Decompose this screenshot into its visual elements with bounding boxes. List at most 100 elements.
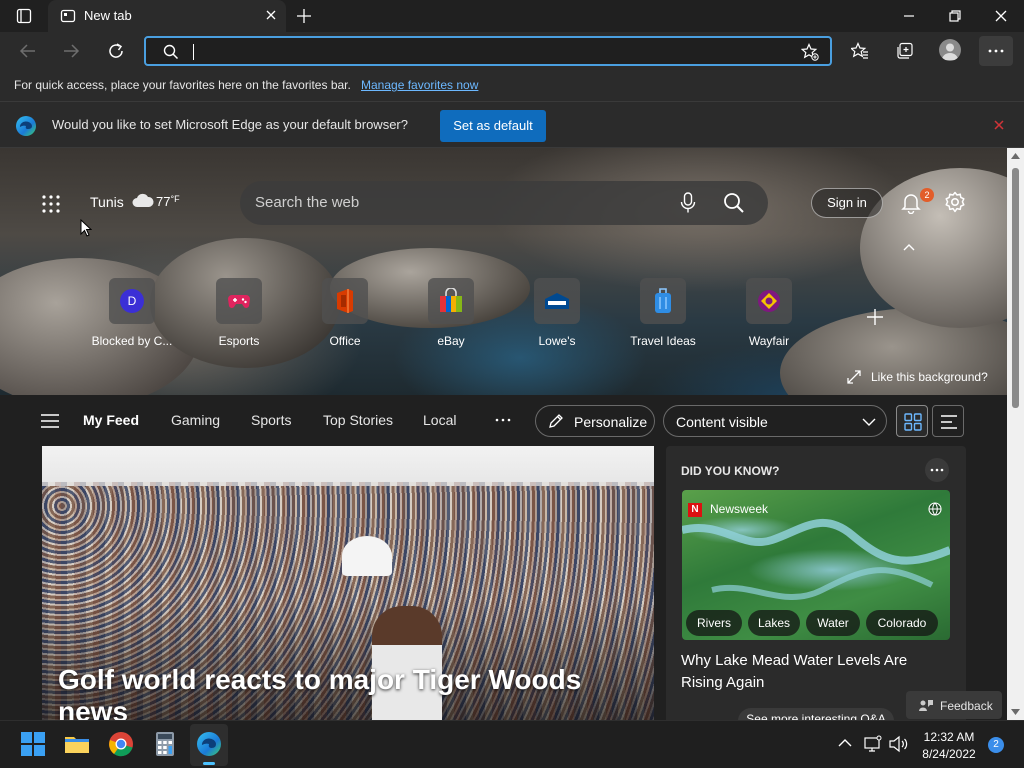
collapse-chevron-up-icon[interactable] bbox=[902, 242, 916, 252]
scrollbar-thumb[interactable] bbox=[1012, 168, 1019, 408]
minimize-icon[interactable] bbox=[902, 9, 916, 23]
toolbar bbox=[0, 32, 1024, 70]
card-heading: DID YOU KNOW? bbox=[681, 464, 780, 478]
default-browser-infobar: Would you like to set Microsoft Edge as … bbox=[0, 102, 1024, 148]
taskbar: 12:32 AM 8/24/2022 2 bbox=[0, 720, 1024, 768]
chrome-icon[interactable] bbox=[108, 731, 134, 757]
refresh-icon[interactable] bbox=[107, 42, 125, 60]
apps-launcher-icon[interactable] bbox=[41, 194, 61, 214]
quick-link-tile bbox=[640, 278, 686, 324]
settings-more-button[interactable] bbox=[979, 36, 1013, 66]
quick-link-tile bbox=[746, 278, 792, 324]
weather-temperature[interactable]: 77°F bbox=[156, 194, 180, 209]
card-more-button[interactable] bbox=[925, 458, 949, 482]
weather-city[interactable]: Tunis bbox=[90, 194, 124, 210]
collections-icon[interactable] bbox=[896, 42, 914, 60]
content-visibility-dropdown[interactable]: Content visible bbox=[663, 405, 887, 437]
file-explorer-icon[interactable] bbox=[64, 731, 90, 757]
profile-avatar[interactable] bbox=[939, 39, 961, 61]
add-favorite-star-icon[interactable] bbox=[801, 43, 819, 61]
content-visibility-value: Content visible bbox=[676, 414, 768, 430]
scroll-up-arrow-icon[interactable] bbox=[1011, 153, 1020, 159]
new-tab-page: Tunis 77°F Search the web Sign in 2 D Bl… bbox=[0, 148, 1007, 720]
topic-chip-colorado[interactable]: Colorado bbox=[866, 610, 938, 636]
forward-icon[interactable] bbox=[62, 43, 80, 59]
globe-icon[interactable] bbox=[928, 502, 942, 516]
close-infobar-icon[interactable] bbox=[993, 119, 1005, 131]
scroll-down-arrow-icon[interactable] bbox=[1011, 709, 1020, 715]
network-icon[interactable] bbox=[864, 735, 882, 753]
text-cursor bbox=[193, 44, 194, 60]
clock-time[interactable]: 12:32 AM bbox=[914, 730, 984, 744]
quick-link-label: Wayfair bbox=[748, 334, 790, 348]
set-as-default-button[interactable]: Set as default bbox=[440, 110, 546, 142]
mouse-pointer-icon bbox=[80, 219, 92, 237]
topic-chip-water[interactable]: Water bbox=[806, 610, 860, 636]
expand-background-icon[interactable] bbox=[847, 370, 861, 384]
notifications-badge: 2 bbox=[920, 188, 934, 202]
tab-new-tab[interactable]: New tab bbox=[48, 0, 286, 32]
restore-icon[interactable] bbox=[948, 9, 962, 23]
favorites-bar: For quick access, place your favorites h… bbox=[0, 70, 1024, 102]
side-card-headline[interactable]: Why Lake Mead Water Levels Are Rising Ag… bbox=[681, 650, 951, 694]
quick-link[interactable]: Travel Ideas bbox=[613, 278, 713, 348]
quick-link[interactable]: Wayfair bbox=[719, 278, 819, 348]
favorites-icon[interactable] bbox=[851, 42, 869, 60]
web-search-box[interactable]: Search the web bbox=[240, 181, 768, 225]
quick-link-tile bbox=[428, 278, 474, 324]
back-icon[interactable] bbox=[19, 43, 37, 59]
tab-sports[interactable]: Sports bbox=[251, 412, 291, 428]
river-image[interactable]: N Newsweek Rivers Lakes Water Colorado bbox=[682, 490, 950, 640]
manage-favorites-link[interactable]: Manage favorites now bbox=[361, 78, 478, 92]
like-background-link[interactable]: Like this background? bbox=[871, 370, 988, 384]
quick-link[interactable]: eBay bbox=[401, 278, 501, 348]
notifications-bell-icon[interactable] bbox=[901, 192, 921, 214]
topic-chip-lakes[interactable]: Lakes bbox=[748, 610, 800, 636]
quick-link[interactable]: Office bbox=[295, 278, 395, 348]
start-windows-icon[interactable] bbox=[20, 731, 46, 757]
quick-link-label: Blocked by C... bbox=[91, 334, 173, 348]
quick-link[interactable]: Esports bbox=[189, 278, 289, 348]
topic-chip-rivers[interactable]: Rivers bbox=[686, 610, 742, 636]
close-window-icon[interactable] bbox=[994, 9, 1008, 23]
wayfair-logo-icon bbox=[757, 289, 781, 313]
feedback-button[interactable]: Feedback bbox=[906, 691, 1002, 719]
ebay-bag-icon bbox=[438, 288, 464, 314]
show-hidden-icons-chevron-icon[interactable] bbox=[838, 738, 852, 748]
active-app-indicator bbox=[203, 762, 215, 765]
personalize-label: Personalize bbox=[574, 414, 648, 430]
quick-link[interactable]: D Blocked by C... bbox=[82, 278, 182, 348]
vertical-scrollbar[interactable] bbox=[1007, 148, 1024, 720]
tab-gaming[interactable]: Gaming bbox=[171, 412, 220, 428]
sign-in-button[interactable]: Sign in bbox=[811, 188, 883, 218]
calculator-icon[interactable] bbox=[152, 731, 178, 757]
quick-link[interactable]: Lowe's bbox=[507, 278, 607, 348]
temperature-value: 77 bbox=[156, 194, 171, 209]
quick-link-label: Lowe's bbox=[538, 334, 576, 348]
add-shortcut-plus-icon[interactable] bbox=[866, 308, 884, 326]
close-tab-icon[interactable] bbox=[264, 8, 278, 22]
grid-view-button[interactable] bbox=[896, 405, 928, 437]
list-view-button[interactable] bbox=[932, 405, 964, 437]
tab-my-feed[interactable]: My Feed bbox=[83, 412, 139, 428]
quick-link-label: Travel Ideas bbox=[630, 334, 696, 348]
main-story-card[interactable]: Golf world reacts to major Tiger Woods n… bbox=[42, 446, 654, 720]
search-submit-icon[interactable] bbox=[723, 192, 745, 214]
hamburger-menu-icon[interactable] bbox=[41, 414, 59, 428]
see-more-qa-button[interactable]: See more interesting Q&A bbox=[738, 708, 894, 720]
main-story-headline[interactable]: Golf world reacts to major Tiger Woods n… bbox=[58, 664, 654, 720]
page-settings-gear-icon[interactable] bbox=[944, 191, 966, 213]
microphone-icon[interactable] bbox=[680, 192, 696, 214]
volume-icon[interactable] bbox=[888, 735, 908, 753]
new-tab-plus-icon[interactable] bbox=[296, 8, 312, 24]
more-tabs-ellipsis-icon[interactable] bbox=[494, 414, 512, 426]
tab-top-stories[interactable]: Top Stories bbox=[323, 412, 393, 428]
tab-local[interactable]: Local bbox=[423, 412, 456, 428]
personalize-button[interactable]: Personalize bbox=[535, 405, 655, 437]
clock-date[interactable]: 8/24/2022 bbox=[914, 747, 984, 761]
notification-center-badge[interactable]: 2 bbox=[988, 737, 1004, 753]
tab-actions-icon[interactable] bbox=[16, 8, 32, 24]
edge-taskbar-button[interactable] bbox=[190, 724, 228, 766]
source-name: Newsweek bbox=[710, 502, 769, 516]
address-bar[interactable] bbox=[144, 36, 832, 66]
